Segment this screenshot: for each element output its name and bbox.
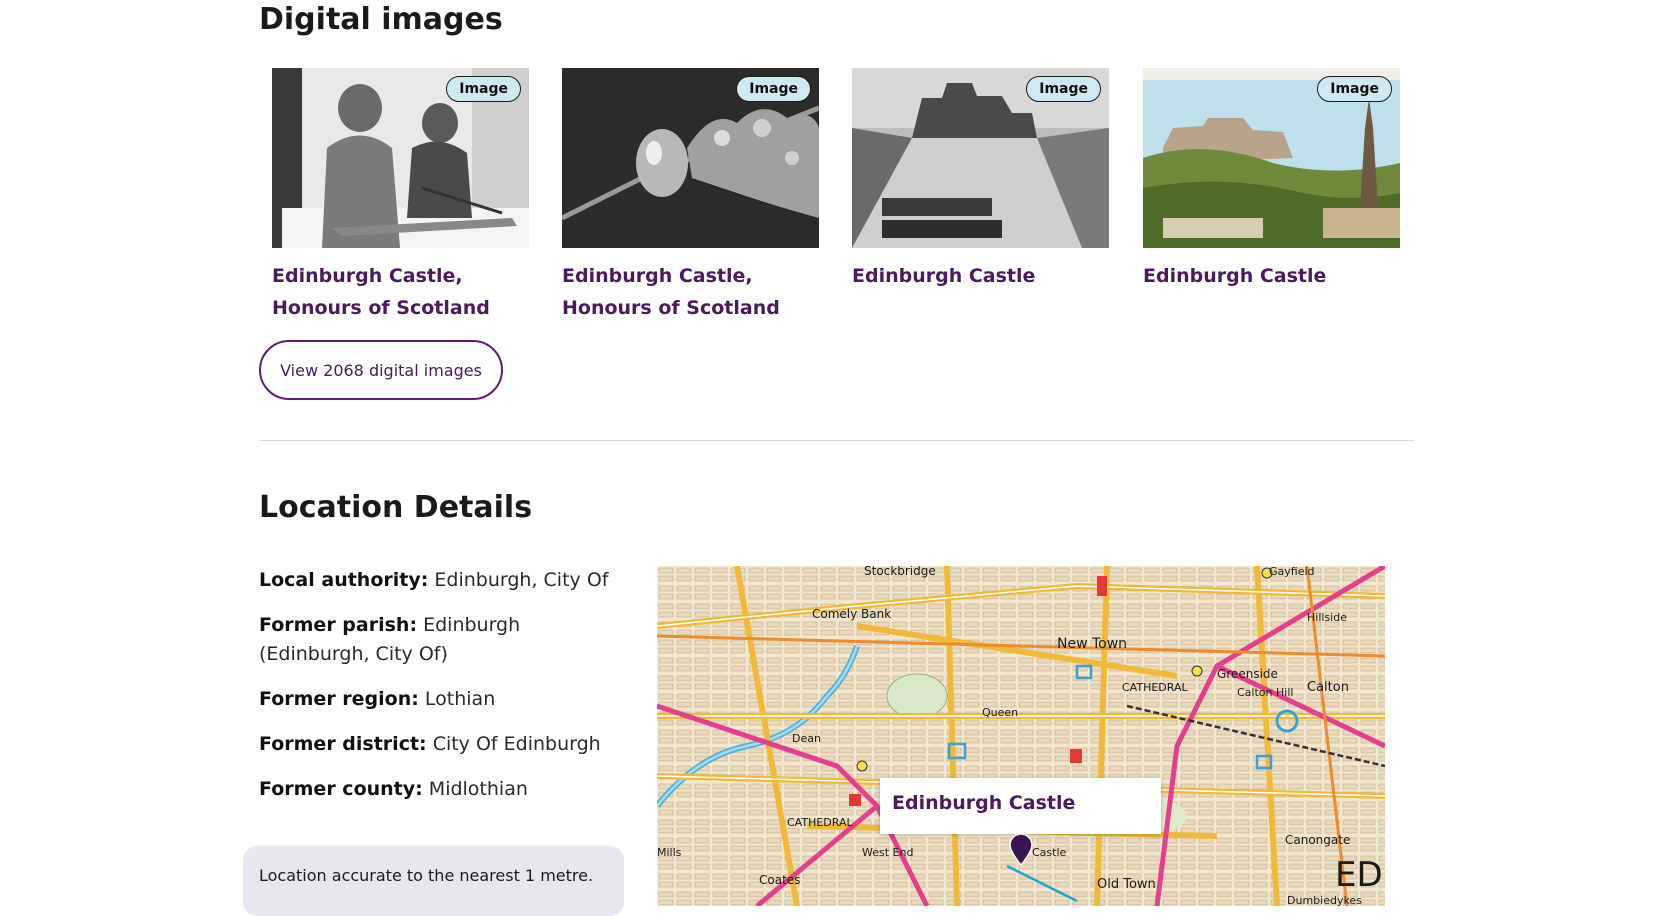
- location-details-heading: Location Details: [259, 490, 533, 525]
- image-badge: Image: [1317, 76, 1392, 102]
- map-label: CATHEDRAL: [787, 816, 853, 829]
- map-label: Dumbiedykes: [1287, 894, 1362, 906]
- view-digital-images-button[interactable]: View 2068 digital images: [259, 340, 503, 400]
- map-label: Greenside: [1217, 667, 1278, 681]
- image-thumbnail[interactable]: Image: [852, 68, 1109, 248]
- image-card[interactable]: Image Edinburgh Castle, Honours of Scotl…: [562, 68, 819, 324]
- map-label: Mills: [657, 846, 682, 859]
- map-label: Old Town: [1097, 877, 1156, 892]
- map-label: Gayfield: [1269, 566, 1315, 578]
- image-card[interactable]: Image Edinburgh Castle, Honours of Scotl…: [272, 68, 529, 324]
- former-parish-row: Former parish: Edinburgh (Edinburgh, Cit…: [259, 614, 521, 665]
- former-district-row: Former district: City Of Edinburgh: [259, 733, 601, 755]
- location-map[interactable]: Stockbridge Comely Bank New Town CATHEDR…: [657, 566, 1385, 906]
- map-label: Calton: [1307, 680, 1349, 695]
- former-region-row: Former region: Lothian: [259, 688, 496, 710]
- image-title-link[interactable]: Edinburgh Castle, Honours of Scotland: [272, 260, 529, 324]
- digital-images-heading: Digital images: [259, 2, 503, 37]
- image-badge: Image: [446, 76, 521, 102]
- image-card[interactable]: Image Edinburgh Castle: [852, 68, 1109, 292]
- image-badge: Image: [736, 76, 811, 102]
- map-label: Dean: [792, 732, 821, 745]
- map-label: Canongate: [1285, 833, 1350, 847]
- map-label: Coates: [759, 873, 800, 887]
- image-thumbnail[interactable]: Image: [1143, 68, 1400, 248]
- image-title-link[interactable]: Edinburgh Castle: [852, 260, 1109, 292]
- map-label: New Town: [1057, 636, 1127, 652]
- former-county-row: Former county: Midlothian: [259, 778, 528, 800]
- local-authority-row: Local authority: Edinburgh, City Of: [259, 569, 609, 591]
- map-marker-icon[interactable]: [1008, 834, 1034, 866]
- map-label: Hillside: [1307, 611, 1347, 624]
- map-label: Stockbridge: [864, 566, 936, 578]
- map-label: Queen: [982, 706, 1018, 719]
- image-title-link[interactable]: Edinburgh Castle: [1143, 260, 1400, 292]
- image-card[interactable]: Image Edinburgh Castle: [1143, 68, 1400, 292]
- location-details-list: Local authority: Edinburgh, City Of Form…: [259, 566, 629, 820]
- map-label: Calton Hill: [1237, 686, 1293, 699]
- image-title-link[interactable]: Edinburgh Castle, Honours of Scotland: [562, 260, 819, 324]
- map-label: Castle: [1032, 846, 1067, 859]
- map-label: West End: [862, 846, 913, 859]
- map-label: Comely Bank: [812, 607, 891, 621]
- image-thumbnail[interactable]: Image: [272, 68, 529, 248]
- image-thumbnail[interactable]: Image: [562, 68, 819, 248]
- image-badge: Image: [1026, 76, 1101, 102]
- map-label: EDI: [1335, 855, 1385, 895]
- section-divider: [259, 440, 1414, 441]
- map-label: CATHEDRAL: [1122, 681, 1188, 694]
- map-popup[interactable]: Edinburgh Castle: [880, 778, 1161, 834]
